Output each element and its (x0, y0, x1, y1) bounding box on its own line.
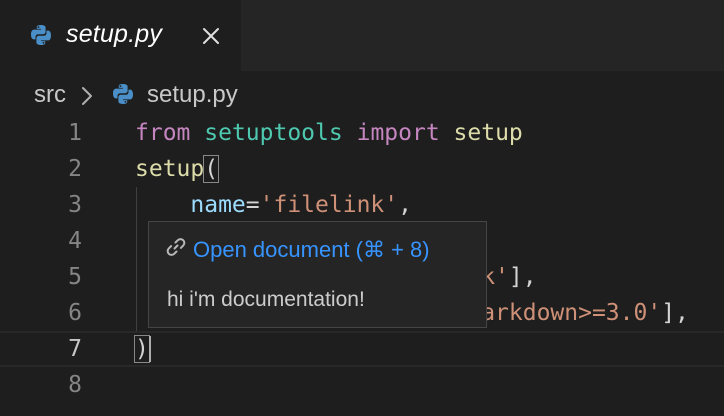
open-document-link[interactable]: Open document (⌘ + 8) (165, 236, 430, 264)
chevron-right-icon (80, 86, 94, 111)
code-text: setup( (135, 151, 220, 187)
line-number: 2 (68, 156, 82, 182)
code-token: setup (453, 120, 523, 146)
line-number: 1 (68, 120, 82, 146)
tab-title: setup.py (66, 20, 163, 48)
line-number: 7 (68, 336, 82, 362)
line-number: 6 (68, 300, 82, 326)
code-token: ], (661, 300, 689, 326)
python-icon (30, 24, 52, 51)
breadcrumb-folder-src[interactable]: src (34, 81, 66, 109)
line-number: 8 (68, 372, 82, 398)
line-number: 3 (68, 192, 82, 218)
code-token: ) (134, 335, 150, 363)
breadcrumb-file-setup-py[interactable]: setup.py (147, 81, 238, 109)
code-token: setuptools (204, 120, 343, 146)
code-token: ], (508, 264, 537, 290)
close-icon[interactable] (200, 25, 222, 47)
code-line[interactable]: 1 from setuptools import setup (0, 115, 724, 151)
tab-setup-py[interactable]: setup.py (0, 0, 241, 71)
code-token: import (356, 120, 440, 146)
code-text: from setuptools import setup (135, 115, 523, 151)
code-token: from (135, 120, 191, 146)
code-token: , (398, 192, 412, 218)
open-document-label: Open document (⌘ + 8) (193, 237, 430, 262)
editor-window: setup.py src setup.py 1from setuptools i… (0, 0, 724, 416)
code-token: ( (203, 155, 220, 183)
link-icon (165, 236, 187, 264)
hover-documentation-text: hi i'm documentation! (167, 288, 365, 311)
code-line[interactable]: 7) (0, 331, 724, 367)
line-number: 4 (68, 228, 82, 254)
code-token: 'filelink' (259, 192, 399, 218)
line-number: 5 (68, 264, 82, 290)
code-line[interactable]: 8 (0, 367, 724, 403)
code-token: = (245, 192, 260, 218)
python-icon (112, 83, 134, 110)
code-token: arkdown>=3.0' (481, 300, 662, 326)
text-cursor (149, 336, 151, 362)
code-token: name (190, 192, 246, 218)
tab-bar: setup.py (0, 0, 724, 71)
code-line[interactable]: 2 setup( (0, 151, 724, 187)
code-token: setup (135, 156, 205, 182)
code-text: name='filelink', (135, 187, 412, 223)
code-line[interactable]: 3 name='filelink', (0, 187, 724, 223)
breadcrumb: src setup.py (0, 71, 724, 115)
code-text: ) (134, 333, 150, 365)
hover-widget: Open document (⌘ + 8) hi i'm documentati… (148, 221, 487, 328)
